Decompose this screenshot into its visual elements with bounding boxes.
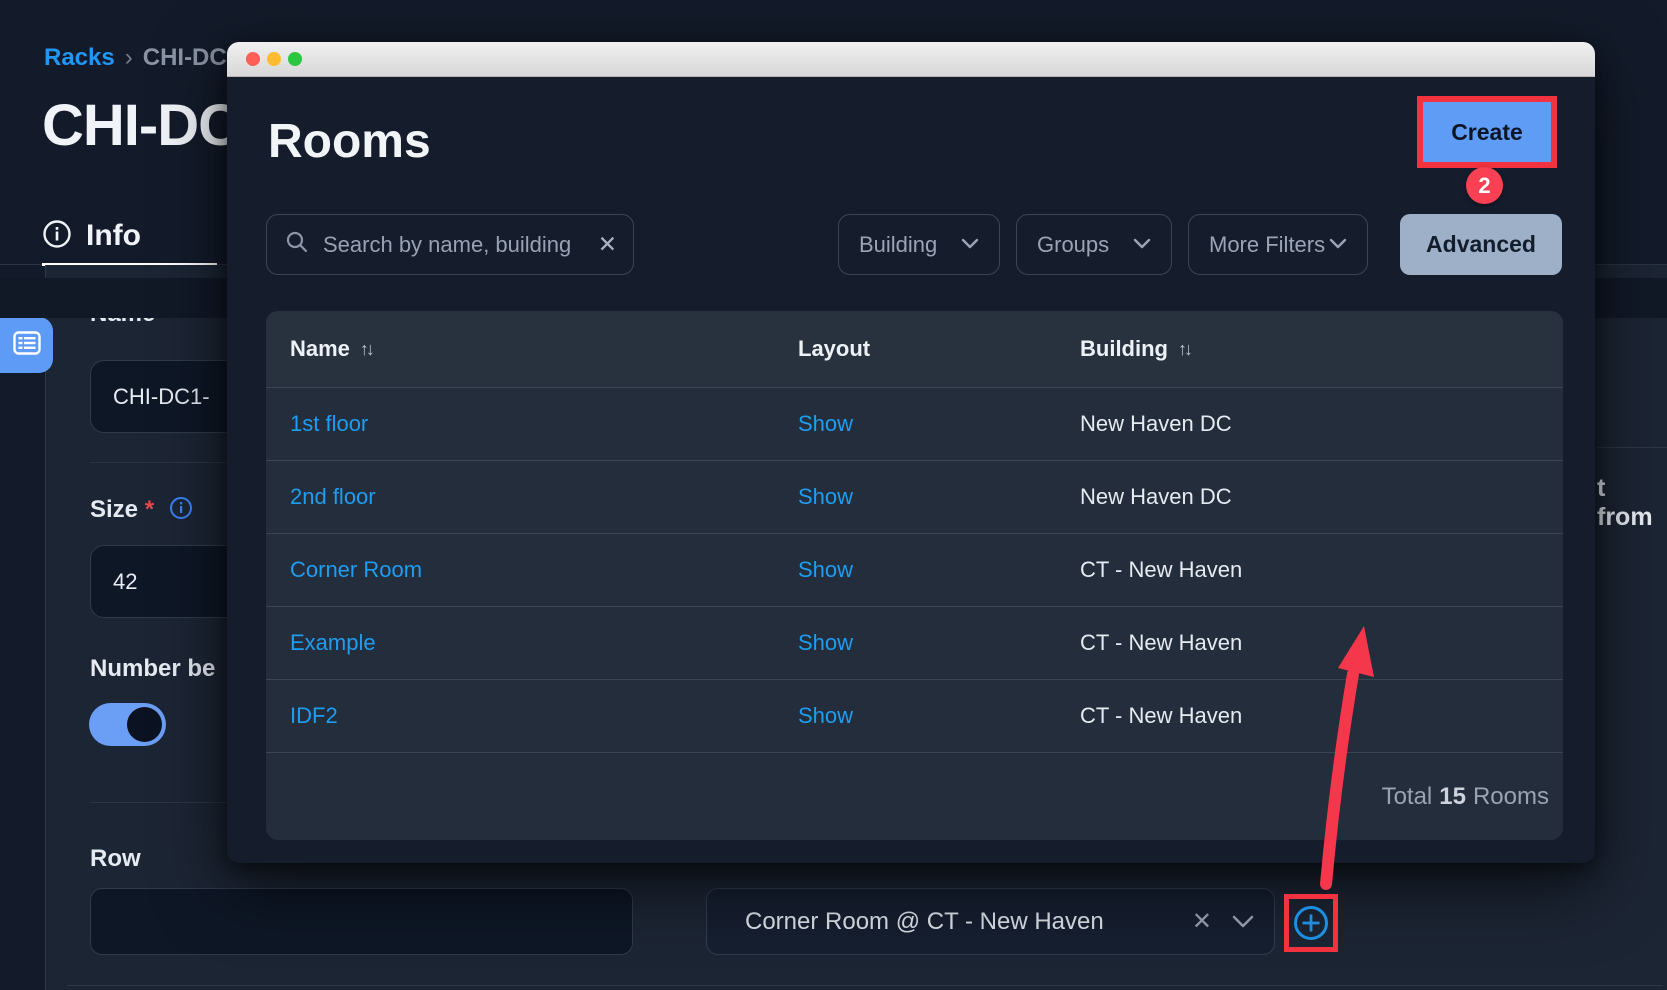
tab-info-label: Info bbox=[86, 219, 141, 253]
total-count: 15 bbox=[1432, 783, 1473, 811]
layout-show-link[interactable]: Show bbox=[798, 703, 853, 729]
chevron-down-icon bbox=[1329, 236, 1347, 254]
page-title: CHI-DC bbox=[42, 92, 239, 159]
breadcrumb: Racks›CHI-DC bbox=[44, 44, 227, 72]
room-name-link[interactable]: Example bbox=[290, 630, 376, 656]
create-annotation-box: Create bbox=[1417, 96, 1557, 168]
table-row: IDF2 Show CT - New Haven bbox=[266, 679, 1563, 752]
add-room-button[interactable] bbox=[1292, 904, 1330, 942]
building-cell: CT - New Haven bbox=[1080, 630, 1242, 656]
room-select-value: Corner Room @ CT - New Haven bbox=[707, 908, 1178, 936]
building-cell: CT - New Haven bbox=[1080, 703, 1242, 729]
room-name-link[interactable]: 2nd floor bbox=[290, 484, 376, 510]
table-row: 1st floor Show New Haven DC bbox=[266, 387, 1563, 460]
create-button[interactable]: Create bbox=[1423, 102, 1551, 162]
number-toggle[interactable] bbox=[89, 703, 166, 746]
info-icon bbox=[42, 219, 72, 254]
building-cell: CT - New Haven bbox=[1080, 557, 1242, 583]
layout-show-link[interactable]: Show bbox=[798, 484, 853, 510]
clear-selection-icon[interactable]: ✕ bbox=[1178, 907, 1226, 936]
row-field-label: Row bbox=[90, 845, 141, 873]
row-field[interactable] bbox=[90, 888, 633, 955]
chevron-down-icon bbox=[961, 236, 979, 254]
table-footer: Total15Rooms bbox=[266, 752, 1563, 840]
breadcrumb-separator: › bbox=[115, 44, 143, 71]
add-room-annotation-box bbox=[1284, 894, 1338, 952]
layout-show-link[interactable]: Show bbox=[798, 630, 853, 656]
chevron-down-icon bbox=[1133, 236, 1151, 254]
sort-icon: ↑↓ bbox=[1178, 339, 1190, 360]
filter-more-filters[interactable]: More Filters bbox=[1188, 214, 1368, 275]
layout-show-link[interactable]: Show bbox=[798, 411, 853, 437]
advanced-button[interactable]: Advanced bbox=[1400, 214, 1562, 275]
column-header-layout: Layout bbox=[798, 336, 870, 362]
required-asterisk: * bbox=[145, 496, 154, 523]
tab-info[interactable]: Info bbox=[42, 208, 141, 264]
close-button[interactable] bbox=[246, 52, 260, 66]
table-row: Corner Room Show CT - New Haven bbox=[266, 533, 1563, 606]
chevron-down-icon[interactable] bbox=[1226, 915, 1274, 928]
modal-titlebar[interactable] bbox=[227, 42, 1595, 77]
zoom-button[interactable] bbox=[288, 52, 302, 66]
number-field-label: Number be bbox=[90, 655, 215, 683]
building-cell: New Haven DC bbox=[1080, 411, 1232, 437]
layout-show-link[interactable]: Show bbox=[798, 557, 853, 583]
search-placeholder: Search by name, building bbox=[309, 232, 598, 258]
breadcrumb-current: CHI-DC bbox=[143, 44, 227, 71]
column-header-building[interactable]: Building↑↓ bbox=[1080, 336, 1190, 362]
minimize-button[interactable] bbox=[267, 52, 281, 66]
building-cell: New Haven DC bbox=[1080, 484, 1232, 510]
filter-groups[interactable]: Groups bbox=[1016, 214, 1172, 275]
room-name-link[interactable]: IDF2 bbox=[290, 703, 338, 729]
rooms-modal: Rooms Create 2 Search by name, building … bbox=[227, 42, 1595, 863]
right-text-fragment: t from bbox=[1597, 474, 1667, 532]
size-info-icon[interactable] bbox=[161, 496, 193, 527]
table-row: Example Show CT - New Haven bbox=[266, 606, 1563, 679]
breadcrumb-racks-link[interactable]: Racks bbox=[44, 44, 115, 71]
room-name-link[interactable]: Corner Room bbox=[290, 557, 422, 583]
rooms-table: Name↑↓ Layout Building↑↓ 1st floor Show … bbox=[266, 311, 1563, 840]
section-divider bbox=[67, 985, 1663, 986]
room-name-link[interactable]: 1st floor bbox=[290, 411, 368, 437]
column-header-name[interactable]: Name↑↓ bbox=[290, 336, 372, 362]
search-input[interactable]: Search by name, building ✕ bbox=[266, 214, 634, 275]
modal-title: Rooms bbox=[268, 114, 431, 169]
size-field-label: Size * bbox=[90, 496, 193, 527]
table-row: 2nd floor Show New Haven DC bbox=[266, 460, 1563, 533]
room-select[interactable]: Corner Room @ CT - New Haven ✕ bbox=[706, 888, 1275, 955]
sidebar-flyout-tab[interactable] bbox=[0, 317, 53, 373]
toggle-knob bbox=[127, 707, 162, 742]
table-header: Name↑↓ Layout Building↑↓ bbox=[266, 311, 1563, 387]
sort-icon: ↑↓ bbox=[360, 339, 372, 360]
filter-building[interactable]: Building bbox=[838, 214, 1000, 275]
step-2-badge: 2 bbox=[1466, 167, 1503, 204]
right-divider-fragment bbox=[1597, 447, 1667, 448]
clear-search-icon[interactable]: ✕ bbox=[598, 231, 617, 258]
list-icon bbox=[13, 331, 41, 360]
search-icon bbox=[285, 230, 309, 259]
